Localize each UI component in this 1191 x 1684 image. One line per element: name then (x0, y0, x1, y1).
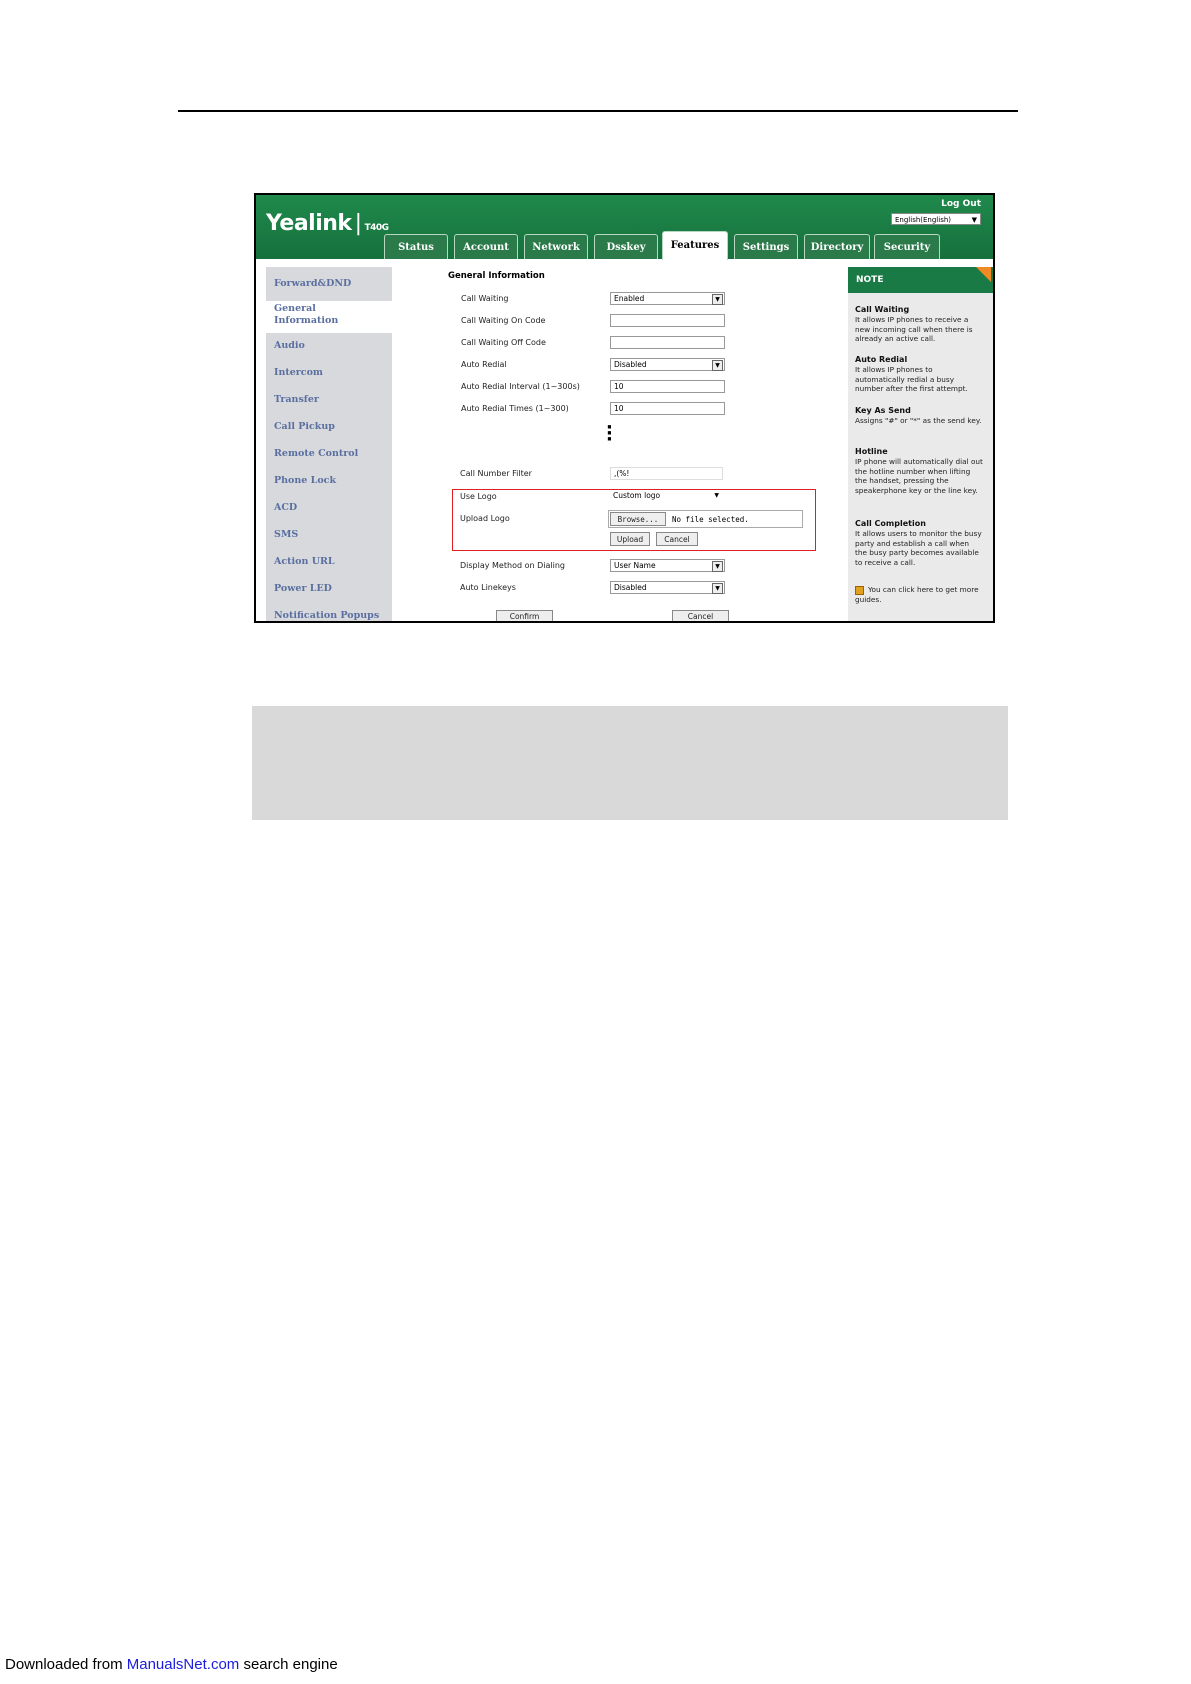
sidebar-item-audio[interactable]: Audio (274, 340, 305, 352)
upload-button[interactable]: Upload (610, 532, 650, 546)
no-file-text: No file selected. (672, 515, 749, 524)
call-waiting-label: Call Waiting (461, 294, 509, 303)
section-title: General Information (448, 271, 545, 281)
logout-link[interactable]: Log Out (941, 199, 981, 209)
auto-redial-interval-label: Auto Redial Interval (1~300s) (461, 382, 580, 391)
model-name: T40G (364, 223, 389, 233)
display-method-value: User Name (614, 561, 656, 570)
chevron-down-icon: ▼ (712, 583, 723, 594)
footer-prefix: Downloaded from (5, 1656, 127, 1673)
tab-network[interactable]: Network (524, 234, 588, 259)
call-waiting-off-code-input[interactable] (610, 336, 725, 349)
brand-name: Yealink (266, 211, 352, 236)
note-corner-decoration (976, 267, 991, 282)
chevron-down-icon: ▼ (971, 216, 977, 224)
note-body-hotline: IP phone will automatically dial out the… (855, 457, 983, 495)
display-method-select[interactable]: User Name ▼ (610, 559, 725, 572)
web-ui-screenshot: Yealink | T40G Log Out English(English) ▼ … (254, 193, 995, 623)
note-body-auto-redial: It allows IP phones to automatically red… (855, 365, 968, 393)
call-waiting-on-code-input[interactable] (610, 314, 725, 327)
auto-redial-label: Auto Redial (461, 360, 507, 369)
note-title-auto-redial: Auto Redial (855, 355, 908, 364)
note-title-key-as-send: Key As Send (855, 406, 911, 415)
auto-linekeys-select[interactable]: Disabled ▼ (610, 581, 725, 594)
sidebar-item-phone-lock[interactable]: Phone Lock (274, 475, 336, 487)
upload-cancel-button[interactable]: Cancel (656, 532, 698, 546)
language-select[interactable]: English(English) ▼ (891, 213, 981, 225)
note-body-key-as-send: Assigns "#" or "*" as the send key. (855, 416, 982, 425)
auto-linekeys-value: Disabled (614, 583, 647, 592)
auto-redial-times-input[interactable]: 10 (610, 402, 725, 415)
tab-account[interactable]: Account (454, 234, 518, 259)
chevron-down-icon: ▼ (712, 561, 723, 572)
note-body-call-completion: It allows users to monitor the busy part… (855, 529, 982, 567)
tab-security[interactable]: Security (874, 234, 940, 259)
note-box (252, 706, 1008, 820)
tab-dsskey[interactable]: Dsskey (594, 234, 658, 259)
guide-link[interactable]: You can click here to get more guides. (855, 585, 983, 604)
chevron-down-icon: ▼ (712, 360, 723, 371)
sidebar-item-notification-popups[interactable]: Notification Popups (274, 610, 379, 621)
more-rows-ellipsis: · · · (606, 417, 613, 450)
sidebar-item-general-information[interactable]: General Information (274, 303, 374, 327)
use-logo-label: Use Logo (460, 492, 497, 501)
note-title-call-completion: Call Completion (855, 519, 926, 528)
auto-redial-select[interactable]: Disabled ▼ (610, 358, 725, 371)
sidebar-item-sms[interactable]: SMS (274, 529, 298, 541)
note-body-call-waiting: It allows IP phones to receive a new inc… (855, 315, 973, 343)
call-waiting-off-code-label: Call Waiting Off Code (461, 338, 546, 347)
tab-directory[interactable]: Directory (804, 234, 870, 259)
footer-link[interactable]: ManualsNet.com (127, 1656, 240, 1673)
call-waiting-on-code-label: Call Waiting On Code (461, 316, 546, 325)
upload-logo-label: Upload Logo (460, 514, 510, 523)
note-title-hotline: Hotline (855, 447, 888, 456)
confirm-button[interactable]: Confirm (496, 610, 553, 621)
call-number-filter-input[interactable]: ,(%! (610, 467, 723, 480)
brand-logo: Yealink | T40G (266, 211, 389, 236)
browse-button[interactable]: Browse... (610, 512, 666, 526)
chevron-down-icon: ▼ (712, 294, 723, 305)
header-rule (178, 110, 1018, 112)
language-value: English(English) (895, 216, 952, 224)
footer-suffix: search engine (239, 1656, 338, 1673)
auto-linekeys-label: Auto Linekeys (460, 583, 516, 592)
auto-redial-value: Disabled (614, 360, 647, 369)
auto-redial-times-label: Auto Redial Times (1~300) (461, 404, 569, 413)
sidebar-item-power-led[interactable]: Power LED (274, 583, 332, 595)
sidebar-item-call-pickup[interactable]: Call Pickup (274, 421, 335, 433)
sidebar-item-forward-dnd[interactable]: Forward&DND (274, 278, 351, 290)
footer: Downloaded from ManualsNet.com search en… (5, 1656, 338, 1673)
sidebar-item-action-url[interactable]: Action URL (274, 556, 335, 568)
sidebar-item-remote-control[interactable]: Remote Control (274, 448, 358, 460)
call-number-filter-label: Call Number Filter (460, 469, 532, 478)
note-title-call-waiting: Call Waiting (855, 305, 910, 314)
chevron-down-icon: ▼ (714, 492, 719, 499)
tab-features[interactable]: Features (662, 231, 728, 260)
call-waiting-value: Enabled (614, 294, 645, 303)
tab-status[interactable]: Status (384, 234, 448, 259)
use-logo-select[interactable]: Custom logo ▼ (610, 490, 723, 503)
sidebar-item-intercom[interactable]: Intercom (274, 367, 323, 379)
sidebar-item-transfer[interactable]: Transfer (274, 394, 319, 406)
cancel-button[interactable]: Cancel (672, 610, 729, 621)
display-method-label: Display Method on Dialing (460, 561, 565, 570)
use-logo-value: Custom logo (613, 491, 661, 500)
note-header: NOTE (848, 267, 993, 293)
tab-settings[interactable]: Settings (734, 234, 798, 259)
sidebar-item-acd[interactable]: ACD (274, 502, 297, 514)
auto-redial-interval-input[interactable]: 10 (610, 380, 725, 393)
call-waiting-select[interactable]: Enabled ▼ (610, 292, 725, 305)
